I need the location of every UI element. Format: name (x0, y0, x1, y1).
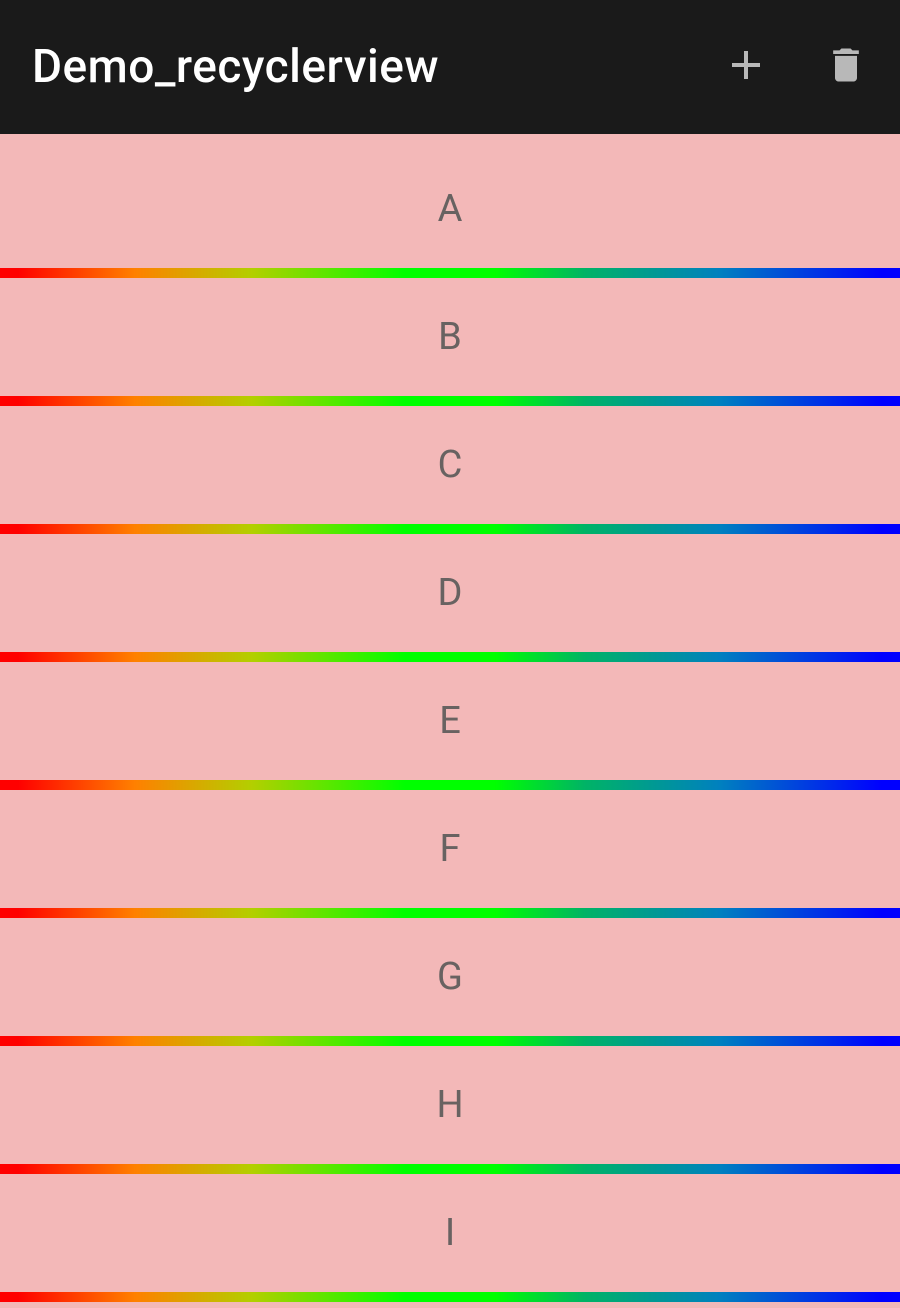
list-item-label: E (439, 699, 461, 743)
list-item-label: B (438, 315, 462, 359)
list-item[interactable]: I (0, 1174, 900, 1292)
list-item[interactable]: D (0, 534, 900, 652)
add-icon (722, 41, 770, 93)
divider (0, 396, 900, 406)
add-button[interactable] (716, 37, 776, 97)
list-item[interactable]: G (0, 918, 900, 1036)
divider (0, 780, 900, 790)
list-item-label: G (437, 955, 463, 999)
spacer (0, 134, 900, 150)
toolbar: Demo_recyclerview (0, 0, 900, 134)
divider (0, 524, 900, 534)
divider (0, 268, 900, 278)
list-item-label: I (445, 1211, 455, 1255)
list-item-label: D (438, 571, 463, 615)
divider (0, 1036, 900, 1046)
delete-icon (824, 43, 868, 91)
divider (0, 1164, 900, 1174)
recycler-list[interactable]: A B C D E F G H I (0, 150, 900, 1302)
toolbar-actions (716, 37, 876, 97)
list-item-label: C (438, 443, 463, 487)
list-item-label: H (436, 1083, 463, 1127)
list-item[interactable]: A (0, 150, 900, 268)
divider (0, 908, 900, 918)
list-item[interactable]: H (0, 1046, 900, 1164)
list-item-label: F (439, 827, 460, 871)
list-item[interactable]: C (0, 406, 900, 524)
delete-button[interactable] (816, 37, 876, 97)
list-item-label: A (438, 187, 463, 231)
list-item[interactable]: E (0, 662, 900, 780)
list-item[interactable]: F (0, 790, 900, 908)
divider (0, 652, 900, 662)
app-title: Demo_recyclerview (32, 40, 439, 94)
list-item[interactable]: B (0, 278, 900, 396)
divider (0, 1292, 900, 1302)
